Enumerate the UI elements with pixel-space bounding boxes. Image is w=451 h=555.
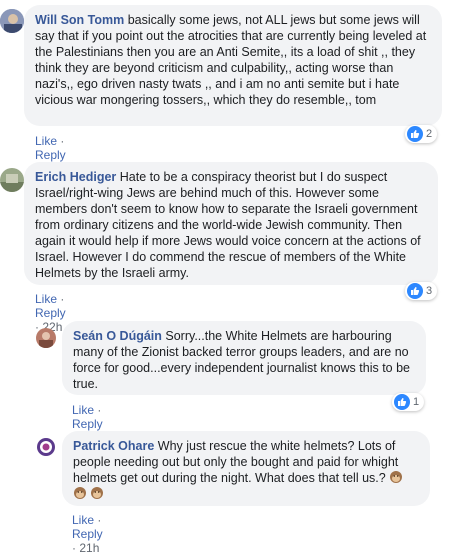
monkey-face-icon	[90, 486, 104, 500]
thumbs-up-icon	[394, 394, 410, 410]
comment-author[interactable]: Seán O Dúgáin	[73, 329, 162, 343]
separator: ·	[60, 292, 65, 306]
reaction-count[interactable]: 3	[405, 282, 437, 300]
comment-bubble: Will Son Tomm basically some jews, not A…	[24, 5, 442, 126]
avatar[interactable]	[36, 328, 56, 348]
separator: ·	[72, 541, 76, 555]
separator: ·	[60, 134, 65, 148]
like-link[interactable]: Like	[72, 403, 94, 417]
reply-link[interactable]: Reply	[35, 306, 66, 320]
reply-link[interactable]: Reply	[72, 417, 103, 431]
separator: ·	[97, 403, 102, 417]
timestamp[interactable]: 21h	[79, 541, 99, 555]
comment-actions: Like · Reply · 22h	[35, 292, 66, 334]
avatar[interactable]	[36, 437, 56, 457]
reaction-number: 2	[426, 128, 433, 140]
comment-bubble: Patrick Ohare Why just rescue the white …	[62, 431, 430, 506]
comment-author[interactable]: Patrick Ohare	[73, 439, 154, 453]
comment-author[interactable]: Will Son Tomm	[35, 13, 124, 27]
avatar[interactable]	[0, 168, 24, 192]
reaction-count[interactable]: 2	[405, 125, 437, 143]
like-link[interactable]: Like	[35, 292, 57, 306]
avatar-photo-icon	[0, 168, 24, 192]
reply-link[interactable]: Reply	[35, 148, 66, 162]
comment-bubble: Seán O Dúgáin Sorry...the White Helmets …	[62, 321, 426, 395]
reply-link[interactable]: Reply	[72, 527, 103, 541]
reaction-number: 3	[426, 285, 433, 297]
separator: ·	[97, 513, 102, 527]
avatar-photo-icon	[36, 328, 56, 348]
reaction-count[interactable]: 1	[392, 393, 424, 411]
comment-actions: Like · Reply · 21h	[72, 513, 103, 555]
comment-text: Hate to be a conspiracy theorist but I d…	[35, 170, 421, 280]
monkey-face-icon	[73, 486, 87, 500]
reaction-number: 1	[413, 396, 420, 408]
avatar[interactable]	[0, 9, 24, 33]
comment-author[interactable]: Erich Hediger	[35, 170, 116, 184]
monkey-face-icon	[389, 470, 403, 484]
comment-text: basically some jews, not ALL jews but so…	[35, 13, 427, 107]
like-link[interactable]: Like	[35, 134, 57, 148]
comment-bubble: Erich Hediger Hate to be a conspiracy th…	[24, 162, 438, 285]
avatar-photo-icon	[0, 9, 24, 33]
thumbs-up-icon	[407, 283, 423, 299]
avatar-photo-icon	[36, 437, 56, 457]
thumbs-up-icon	[407, 126, 423, 142]
like-link[interactable]: Like	[72, 513, 94, 527]
